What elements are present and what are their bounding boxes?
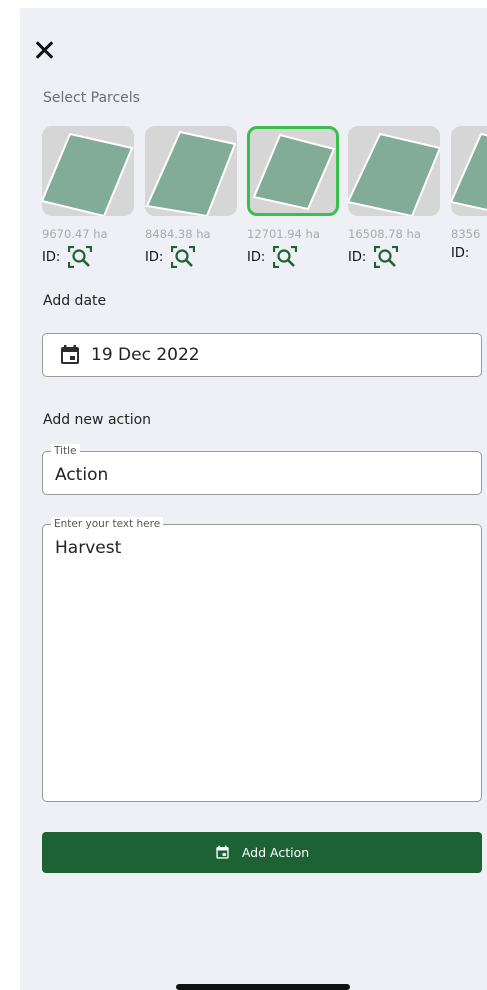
zoom-search-icon[interactable]	[171, 246, 196, 268]
parcel-card[interactable]: 16508.78 ha ID:	[348, 126, 440, 268]
home-indicator[interactable]	[176, 984, 350, 990]
zoom-search-icon[interactable]	[273, 246, 298, 268]
parcel-id-label: ID:	[42, 249, 61, 265]
add-date-label: Add date	[43, 293, 107, 309]
calendar-icon	[61, 345, 79, 364]
parcel-thumbnail[interactable]	[247, 126, 339, 216]
add-action-label: Add Action	[241, 845, 310, 860]
add-action-button[interactable]: Add Action	[42, 832, 482, 873]
parcel-card-selected[interactable]: 12701.94 ha ID:	[247, 126, 339, 268]
calendar-icon	[216, 845, 229, 859]
title-input[interactable]: Title Action	[42, 444, 482, 495]
parcel-area: 12701.94 ha	[247, 227, 320, 241]
parcel-id-label: ID:	[145, 249, 164, 265]
parcel-area: 16508.78 ha	[348, 227, 421, 241]
parcel-thumbnail[interactable]	[348, 126, 440, 216]
parcel-area: 8484.38 ha	[145, 227, 211, 241]
zoom-search-icon[interactable]	[68, 246, 93, 268]
parcel-id-label: ID:	[247, 249, 266, 265]
add-new-action-label: Add new action	[43, 412, 152, 428]
parcel-id-label: ID:	[348, 249, 367, 265]
parcel-area: 8356	[451, 227, 481, 241]
parcel-carousel[interactable]: 9670.47 ha ID: 8484.38 ha ID: 12701.94 h…	[42, 126, 487, 286]
title-field-legend: Title	[51, 444, 80, 458]
text-field-legend: Enter your text here	[51, 517, 164, 531]
select-parcels-label: Select Parcels	[43, 90, 140, 106]
parcel-thumbnail[interactable]	[42, 126, 134, 216]
description-textarea[interactable]: Enter your text here Harvest	[42, 517, 482, 802]
close-button[interactable]	[32, 38, 58, 64]
parcel-card[interactable]: 8356 ID:	[451, 126, 487, 261]
parcel-area: 9670.47 ha	[42, 227, 108, 241]
zoom-search-icon[interactable]	[374, 246, 399, 268]
title-value: Action	[55, 465, 109, 485]
date-picker-field[interactable]: 19 Dec 2022	[42, 333, 482, 377]
parcel-thumbnail[interactable]	[451, 126, 487, 216]
date-value: 19 Dec 2022	[91, 345, 200, 365]
text-value: Harvest	[55, 538, 122, 558]
parcel-card[interactable]: 9670.47 ha ID:	[42, 126, 134, 268]
parcel-id-label: ID:	[451, 246, 470, 261]
parcel-card[interactable]: 8484.38 ha ID:	[145, 126, 237, 268]
parcel-thumbnail[interactable]	[145, 126, 237, 216]
